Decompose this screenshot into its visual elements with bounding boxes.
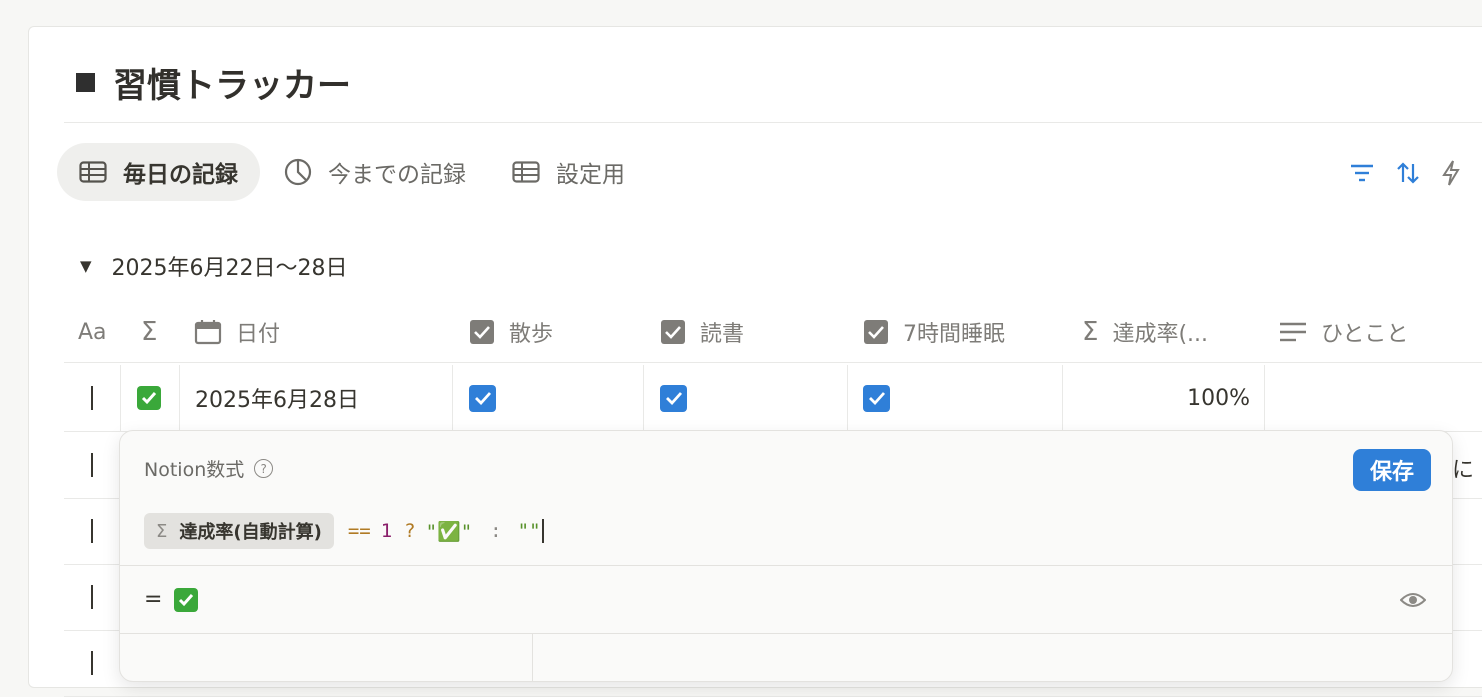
column-header-date[interactable]: 日付 — [194, 302, 280, 362]
column-label: ひとこと — [1321, 322, 1409, 347]
cell-divider — [452, 365, 453, 431]
help-icon[interactable]: ? — [254, 459, 274, 478]
text-cursor — [541, 519, 544, 543]
formula-sigma-icon: Σ — [1082, 317, 1099, 347]
formula-cell[interactable] — [137, 365, 161, 431]
formula-ternary-operator: ? — [404, 520, 416, 542]
formula-sigma-icon: Σ — [141, 317, 158, 347]
column-label: 7時間睡眠 — [903, 322, 1005, 347]
column-header-title[interactable]: Aa — [78, 302, 107, 362]
title-divider — [64, 122, 1482, 123]
page-title[interactable]: 習慣トラッカー — [113, 58, 351, 107]
table-icon — [79, 161, 107, 183]
table-icon — [512, 161, 540, 183]
checked-checkbox-icon — [660, 384, 687, 412]
checked-checkbox-icon — [469, 384, 496, 412]
column-header-formula[interactable]: Σ — [141, 302, 157, 362]
walk-checkbox[interactable] — [469, 365, 496, 431]
rate-cell[interactable]: 100% — [1064, 365, 1250, 431]
row-title-cursor — [91, 453, 93, 477]
row-title-cursor — [91, 519, 93, 543]
save-button[interactable]: 保存 — [1353, 449, 1431, 491]
column-header-reading[interactable]: 読書 — [660, 302, 744, 362]
cell-divider — [120, 365, 121, 431]
view-toolbar — [1350, 160, 1460, 190]
note-overflow-text: に — [1452, 458, 1475, 483]
formula-sigma-icon: Σ — [156, 520, 168, 542]
formula-number: 1 — [380, 520, 393, 542]
group-header[interactable]: ▼ 2025年6月22日〜28日 — [80, 250, 348, 282]
row-title-cursor — [91, 585, 93, 609]
column-header-sleep[interactable]: 7時間睡眠 — [863, 302, 1005, 362]
lightning-icon[interactable] — [1442, 160, 1460, 190]
cell-divider — [179, 365, 180, 431]
divider — [532, 633, 533, 681]
sleep-checkbox[interactable] — [863, 365, 890, 431]
page-header: 習慣トラッカー — [76, 58, 351, 107]
checkbox-icon — [469, 319, 495, 345]
divider — [120, 633, 1452, 634]
property-chip-label: 達成率(自動計算) — [179, 522, 322, 543]
group-label: 2025年6月22日〜28日 — [111, 256, 348, 281]
column-label: 日付 — [236, 322, 281, 347]
calendar-icon — [194, 319, 222, 345]
property-chip[interactable]: Σ 達成率(自動計算) — [144, 513, 334, 549]
tab-settings[interactable]: 設定用 — [490, 143, 647, 201]
view-tabs: 毎日の記録 今までの記録 設定用 — [57, 143, 649, 201]
column-label: 散歩 — [509, 322, 554, 347]
eye-icon[interactable] — [1400, 591, 1426, 609]
tab-all-records[interactable]: 今までの記録 — [262, 143, 488, 201]
column-header-note[interactable]: ひとこと — [1279, 302, 1408, 362]
tab-label: 毎日の記録 — [123, 162, 238, 188]
text-lines-icon — [1279, 321, 1307, 343]
tab-label: 今までの記録 — [328, 162, 466, 188]
checked-checkbox-icon — [863, 384, 890, 412]
column-header-walk[interactable]: 散歩 — [469, 302, 553, 362]
check-mark-emoji-icon — [137, 386, 161, 410]
reading-checkbox[interactable] — [660, 365, 687, 431]
cell-divider — [1062, 365, 1063, 431]
check-mark-emoji-icon — [174, 587, 199, 612]
filter-icon[interactable] — [1350, 162, 1374, 188]
title-aa-icon: Aa — [78, 319, 107, 345]
formula-editor-header: Notion数式 ? — [144, 455, 274, 482]
table-row[interactable]: 2025年6月28日 100% — [64, 365, 1482, 432]
pie-chart-icon — [284, 158, 312, 186]
cell-divider — [1264, 365, 1265, 431]
column-label: 達成率(... — [1112, 322, 1209, 347]
sort-icon[interactable] — [1396, 161, 1420, 189]
column-header-rate[interactable]: Σ 達成率(... — [1082, 302, 1208, 362]
checkbox-icon — [660, 319, 686, 345]
formula-false-value: "" — [517, 520, 541, 542]
triangle-down-icon[interactable]: ▼ — [80, 257, 92, 275]
column-label: 読書 — [700, 322, 745, 347]
formula-editor-title: Notion数式 — [144, 459, 245, 481]
formula-input[interactable]: Σ 達成率(自動計算) == 1 ? "✅" : "" — [144, 513, 544, 549]
result-prefix: = — [144, 587, 163, 612]
formula-true-value: "✅" — [425, 520, 473, 543]
row-title-cursor — [91, 386, 93, 410]
formula-editor-popup: Notion数式 ? 保存 Σ 達成率(自動計算) == 1 ? "✅" : "… — [119, 430, 1453, 682]
divider — [120, 565, 1452, 566]
square-page-icon — [76, 73, 95, 92]
cell-divider — [643, 365, 644, 431]
checkbox-icon — [863, 319, 889, 345]
formula-colon: : — [490, 520, 502, 542]
date-cell[interactable]: 2025年6月28日 — [195, 365, 359, 431]
row-title-cursor — [91, 651, 93, 675]
tab-daily-records[interactable]: 毎日の記録 — [57, 143, 260, 201]
formula-result: = — [144, 587, 199, 612]
tab-label: 設定用 — [556, 162, 625, 188]
formula-operator: == — [347, 520, 371, 542]
table-header: Aa Σ 日付 散歩 読書 7時間睡眠 Σ 達成率(... ひとこと — [64, 302, 1482, 363]
cell-divider — [847, 365, 848, 431]
